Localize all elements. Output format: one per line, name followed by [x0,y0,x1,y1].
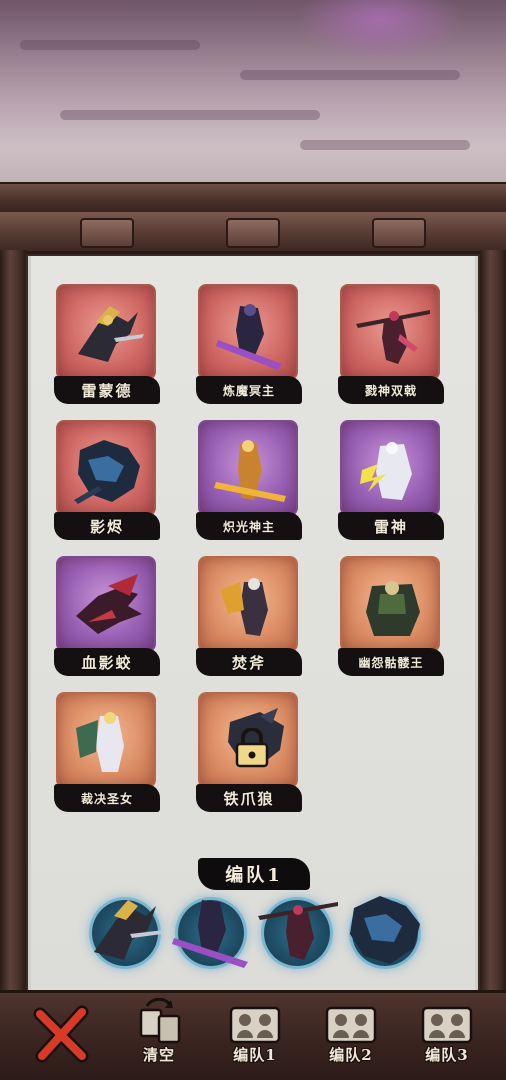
team3-button[interactable]: 编队3 [410,998,484,1076]
hero-portrait [340,284,440,380]
hero-name: 焚斧 [196,648,302,676]
dark-sword-lord-icon [216,304,282,370]
team1-label: 编队1 [233,1046,277,1064]
hero-name: 炽光神主 [196,512,302,540]
hero-portrait [56,692,156,788]
hero-name: 雷蒙德 [54,376,160,404]
gold-lancer-rider-icon [94,900,164,960]
flame-axe-icon [220,578,268,636]
hero-portrait [340,556,440,652]
hero-card[interactable]: 炽光神主 [196,420,302,546]
hero-card-locked[interactable]: 铁爪狼 [196,692,302,818]
radiant-god-icon [214,440,286,502]
hero-name: 裁决圣女 [54,784,160,812]
hero-portrait [340,420,440,516]
clear-button[interactable]: 清空 [122,998,196,1076]
thunder-god-icon [360,442,412,500]
team-slot[interactable] [92,900,164,966]
team-formation-icon [325,1006,377,1044]
lintel-beam [0,212,506,254]
left-pillar [0,250,26,995]
team2-label: 编队2 [329,1046,373,1064]
hero-card[interactable]: 影烬 [54,420,160,546]
team3-label: 编队3 [425,1046,469,1064]
roof-beam [0,182,506,212]
twin-halberd-warrior-icon [258,902,338,960]
hero-card[interactable]: 血影蛟 [54,556,160,682]
lock-icon [235,728,269,768]
blood-dragon-icon [76,574,142,634]
team-formation-icon [229,1006,281,1044]
hero-portrait [198,284,298,380]
right-pillar [480,250,506,995]
shadow-beast-icon [74,440,140,504]
refresh-cards-icon [139,998,181,1044]
team-slot[interactable] [350,896,420,966]
team2-button[interactable]: 编队2 [314,998,388,1076]
hero-name: 戮神双戟 [338,376,444,404]
hero-card[interactable]: 裁决圣女 [54,692,160,818]
shadow-beast-icon [350,896,420,964]
hero-card[interactable]: 焚斧 [196,556,302,682]
clear-label: 清空 [142,1046,175,1064]
hero-card[interactable]: 雷神 [338,420,444,546]
skeleton-king-icon [366,581,420,636]
hero-card[interactable]: 戮神双戟 [338,284,444,410]
close-icon[interactable] [32,1004,92,1064]
hero-portrait [198,692,298,788]
hero-name: 铁爪狼 [196,784,302,812]
hero-portrait [56,556,156,652]
hero-name: 雷神 [338,512,444,540]
hero-card[interactable]: 雷蒙德 [54,284,160,410]
hero-portrait [198,420,298,516]
judgment-saint-icon [76,712,124,772]
hero-name: 血影蛟 [54,648,160,676]
twin-halberd-warrior-icon [356,310,430,364]
gold-lancer-rider-icon [78,306,144,362]
hero-portrait [198,556,298,652]
hero-card[interactable]: 幽怨骷髅王 [338,556,444,682]
dark-sword-lord-icon [172,900,248,968]
team-slot[interactable] [258,900,338,966]
hero-name: 影烬 [54,512,160,540]
sky-backdrop [0,0,506,210]
hero-portrait [56,284,156,380]
hero-name: 炼魔冥主 [196,376,302,404]
team1-button[interactable]: 编队1 [218,998,292,1076]
hero-name: 幽怨骷髅王 [338,648,444,676]
hero-portrait [56,420,156,516]
team-slot[interactable] [172,900,248,968]
team-formation-icon [421,1006,473,1044]
hero-card[interactable]: 炼魔冥主 [196,284,302,410]
